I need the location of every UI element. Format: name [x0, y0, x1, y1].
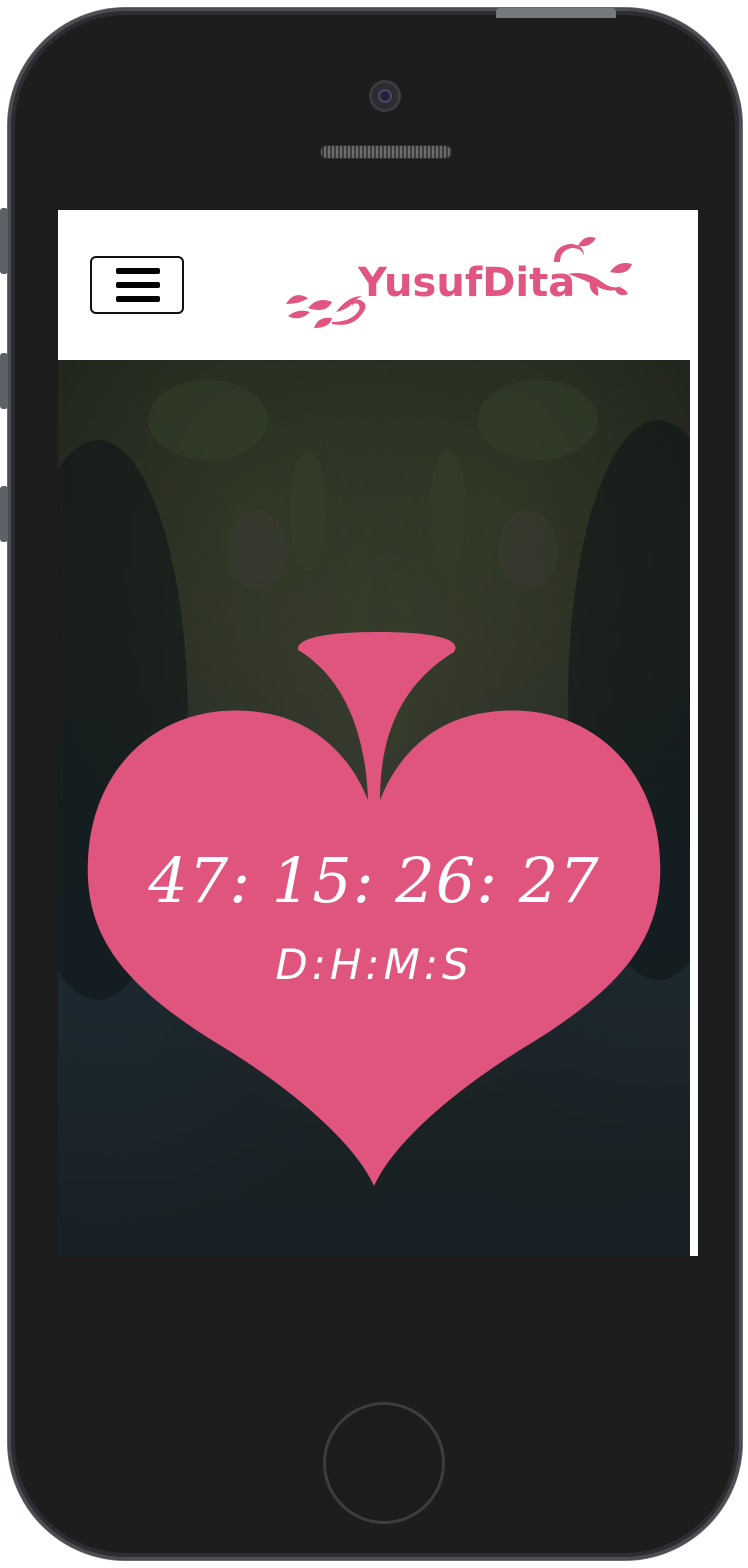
volume-down-button	[0, 486, 8, 542]
heart-shape	[87, 632, 661, 1186]
countdown-timer: 47: 15: 26: 27	[148, 844, 600, 917]
volume-up-button	[0, 353, 8, 409]
home-button[interactable]	[323, 1402, 445, 1524]
front-camera	[369, 80, 401, 112]
site-logo[interactable]: YusufDita	[278, 232, 638, 342]
mute-switch	[0, 208, 8, 274]
countdown-units-label: D:H:M:S	[275, 940, 473, 989]
phone-screen: YusufDita 47: 15: 26: 27 D:H:M:S	[58, 210, 698, 1256]
hero-banner: 47: 15: 26: 27 D:H:M:S	[58, 360, 690, 1256]
site-header: YusufDita	[58, 210, 698, 360]
menu-toggle-button[interactable]	[90, 256, 184, 314]
earpiece-speaker	[320, 145, 452, 159]
logo-text: YusufDita	[358, 260, 576, 306]
power-button	[496, 8, 616, 18]
